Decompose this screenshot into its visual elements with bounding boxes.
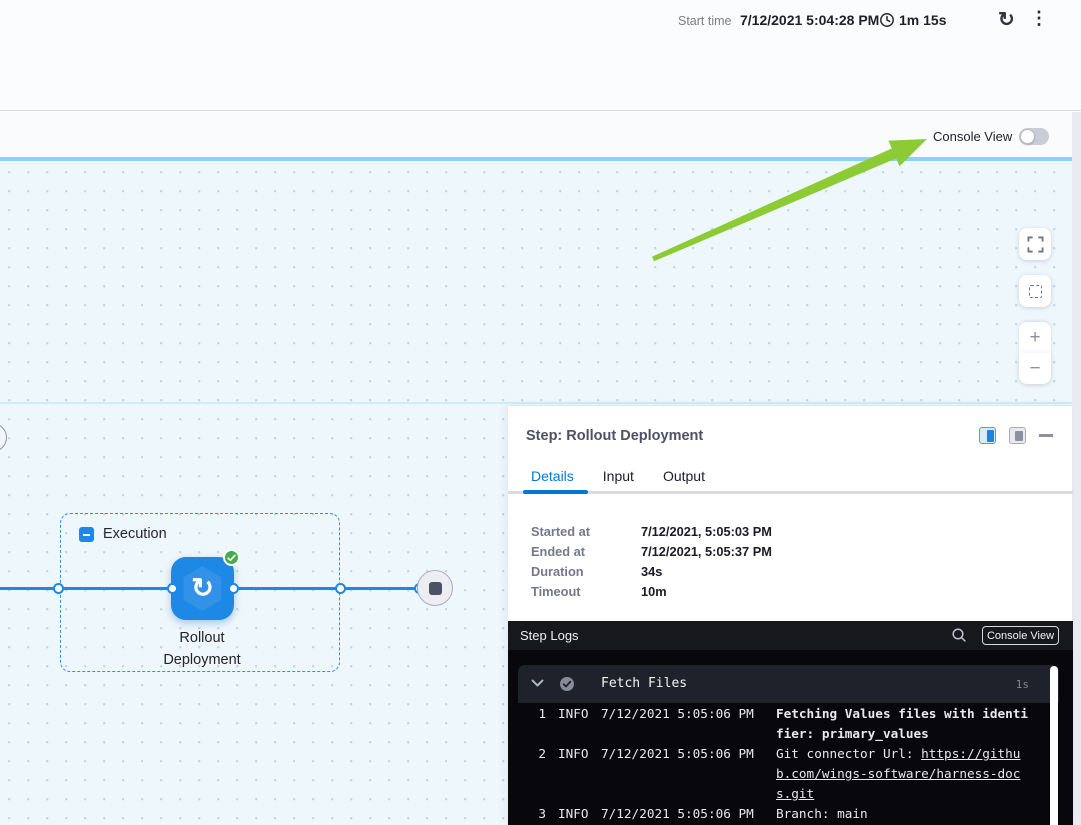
tab-output[interactable]: Output bbox=[663, 468, 705, 484]
detail-label: Duration bbox=[531, 564, 641, 579]
clock-icon bbox=[879, 12, 895, 28]
offscreen-node-arc bbox=[0, 423, 7, 452]
rollout-deployment-node[interactable]: ↻ bbox=[171, 557, 234, 620]
refresh-icon[interactable]: ↻ bbox=[998, 7, 1015, 32]
fullscreen-button[interactable] bbox=[1019, 228, 1051, 260]
elapsed-time: 1m 15s bbox=[899, 12, 946, 28]
stop-square-icon bbox=[429, 582, 442, 595]
log-line: 2INFO7/12/2021 5:05:06 PMGit connector U… bbox=[508, 744, 1073, 804]
start-time-label: Start time bbox=[678, 14, 732, 28]
fullscreen-icon bbox=[1027, 236, 1044, 253]
panel-tabs: Details Input Output bbox=[531, 468, 705, 484]
step-logs-section: Step Logs Console View Fetch Files 1s 1I… bbox=[508, 621, 1073, 825]
connector-dot bbox=[53, 583, 64, 594]
log-group-fetch-files[interactable]: Fetch Files 1s bbox=[518, 665, 1059, 703]
active-tab-underline bbox=[523, 490, 588, 494]
zoom-out-icon: − bbox=[1029, 358, 1040, 380]
log-line: 1INFO7/12/2021 5:05:06 PMFetching Values… bbox=[508, 704, 1073, 744]
step-success-icon bbox=[559, 676, 575, 692]
view-toggle-bar: Console View bbox=[0, 112, 1081, 157]
canvas-divider bbox=[0, 402, 1072, 404]
detail-value: 10m bbox=[641, 584, 667, 599]
detail-value: 7/12/2021, 5:05:03 PM bbox=[641, 524, 772, 539]
detail-label: Timeout bbox=[531, 584, 641, 599]
step-detail-rows: Started at7/12/2021, 5:05:03 PMEnded at7… bbox=[531, 521, 772, 601]
console-view-button[interactable]: Console View bbox=[982, 626, 1059, 645]
dock-right-layout-icon[interactable] bbox=[979, 427, 996, 444]
search-icon[interactable] bbox=[951, 627, 968, 644]
stop-node[interactable] bbox=[417, 570, 453, 606]
rollout-refresh-icon: ↻ bbox=[171, 557, 234, 620]
detail-label: Started at bbox=[531, 524, 641, 539]
connector-dot bbox=[228, 583, 239, 594]
kebab-menu-icon[interactable]: ⋮ bbox=[1030, 8, 1048, 29]
minimize-panel-icon[interactable] bbox=[1039, 434, 1053, 437]
console-view-label: Console View bbox=[933, 129, 1012, 144]
console-view-toggle[interactable] bbox=[1019, 128, 1049, 145]
detail-value: 7/12/2021, 5:05:37 PM bbox=[641, 544, 772, 559]
log-line: 3INFO7/12/2021 5:05:06 PMBranch: main bbox=[508, 804, 1073, 824]
log-group-duration: 1s bbox=[1016, 678, 1029, 691]
connector-dot bbox=[335, 583, 346, 594]
log-link[interactable]: https://github.com/wings-software/harnes… bbox=[776, 746, 1020, 801]
fit-to-screen-button[interactable] bbox=[1019, 275, 1051, 307]
detail-row: Ended at7/12/2021, 5:05:37 PM bbox=[531, 541, 772, 561]
tab-input[interactable]: Input bbox=[603, 468, 634, 484]
execution-group-label: Execution bbox=[103, 526, 167, 542]
collapse-group-icon[interactable] bbox=[79, 527, 94, 542]
log-message: Git connector Url: https://github.com/wi… bbox=[776, 744, 1031, 804]
log-lines: 1INFO7/12/2021 5:05:06 PMFetching Values… bbox=[508, 704, 1073, 824]
detail-label: Ended at bbox=[531, 544, 641, 559]
detail-row: Started at7/12/2021, 5:05:03 PM bbox=[531, 521, 772, 541]
step-details-panel: Step: Rollout Deployment Details Input Out… bbox=[507, 405, 1072, 825]
dock-bottom-layout-icon[interactable] bbox=[1009, 427, 1026, 444]
step-logs-title: Step Logs bbox=[520, 628, 579, 643]
node-label: Rollout Deployment bbox=[147, 627, 257, 671]
log-scrollbar-thumb[interactable] bbox=[1050, 666, 1058, 825]
toggle-knob bbox=[1020, 129, 1035, 144]
log-message: Fetching Values files with identifier: p… bbox=[776, 704, 1031, 744]
fit-to-screen-icon bbox=[1029, 285, 1042, 298]
start-time-value: 7/12/2021 5:04:28 PM bbox=[740, 12, 879, 28]
log-group-name: Fetch Files bbox=[601, 676, 687, 691]
detail-value: 34s bbox=[641, 564, 662, 579]
page-scrollbar-track[interactable] bbox=[1072, 112, 1081, 825]
tab-details[interactable]: Details bbox=[531, 468, 574, 484]
connector-dot bbox=[167, 583, 178, 594]
top-header: Start time 7/12/2021 5:04:28 PM 1m 15s ↻… bbox=[0, 0, 1081, 111]
chevron-down-icon[interactable] bbox=[531, 678, 544, 688]
tab-divider bbox=[508, 491, 1073, 494]
detail-row: Duration34s bbox=[531, 561, 772, 581]
panel-title: Step: Rollout Deployment bbox=[526, 428, 703, 444]
zoom-out-button[interactable]: − bbox=[1019, 353, 1051, 384]
step-logs-header: Step Logs Console View bbox=[508, 621, 1073, 650]
detail-row: Timeout10m bbox=[531, 581, 772, 601]
zoom-in-button[interactable]: + bbox=[1019, 322, 1051, 353]
pipeline-execution-view: Start time 7/12/2021 5:04:28 PM 1m 15s ↻… bbox=[0, 0, 1081, 825]
zoom-in-icon: + bbox=[1029, 327, 1040, 349]
log-message: Branch: main bbox=[776, 804, 1031, 824]
success-check-badge bbox=[223, 549, 240, 566]
